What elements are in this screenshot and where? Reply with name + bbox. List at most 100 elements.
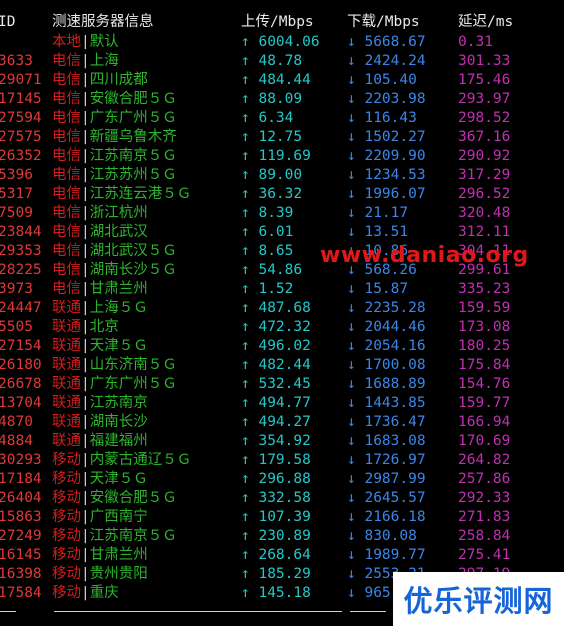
table-row: 5396 电信|江苏苏州５Ｇ ↑ 89.00 ↓ 1234.53 317.29	[0, 166, 564, 185]
table-row: 15863 移动|广西南宁 ↑ 107.39 ↓ 2166.18 271.83	[0, 508, 564, 527]
upload-speed: ↑ 1.52	[241, 281, 294, 297]
table-row: 30293 移动|内蒙古通辽５Ｇ ↑ 179.58 ↓ 1726.97 264.82	[0, 451, 564, 470]
divider: |	[81, 34, 90, 50]
isp-name: 移动	[52, 452, 81, 468]
watermark-text: www.daniao.org	[320, 243, 529, 268]
server-id: 15863	[0, 509, 42, 525]
header-upload: 上传/Mbps	[241, 14, 314, 30]
location-name: 天津５Ｇ	[89, 338, 148, 354]
latency: 367.16	[458, 129, 511, 145]
server-id: 24447	[0, 300, 42, 316]
table-row: 27154 联通|天津５Ｇ ↑ 496.02 ↓ 2054.16 180.25	[0, 337, 564, 356]
isp-name: 电信	[52, 53, 81, 69]
table-row: 27575 电信|新疆乌鲁木齐 ↑ 12.75 ↓ 1502.27 367.16	[0, 128, 564, 147]
table-row: 24447 联通|上海５Ｇ ↑ 487.68 ↓ 2235.28 159.59	[0, 299, 564, 318]
download-speed: ↓ 1688.89	[347, 376, 426, 392]
table-row: 29071 电信|四川成都 ↑ 484.44 ↓ 105.40 175.46	[0, 71, 564, 90]
latency: 335.23	[458, 281, 511, 297]
isp-name: 联通	[52, 433, 81, 449]
table-row: 26180 联通|山东济南５Ｇ ↑ 482.44 ↓ 1700.08 175.84	[0, 356, 564, 375]
download-speed: ↓ 2424.24	[347, 53, 426, 69]
divider: |	[81, 129, 90, 145]
upload-speed: ↑ 494.27	[241, 414, 311, 430]
latency: 159.77	[458, 395, 511, 411]
isp-name: 移动	[52, 585, 81, 601]
isp-name: 电信	[52, 205, 81, 221]
server-info: 电信|四川成都	[52, 71, 148, 90]
divider: |	[81, 319, 90, 335]
isp-name: 联通	[52, 376, 81, 392]
latency: 271.83	[458, 509, 511, 525]
divider: |	[81, 566, 90, 582]
upload-speed: ↑ 230.89	[241, 528, 311, 544]
server-id: 26352	[0, 148, 42, 164]
latency: 257.86	[458, 471, 511, 487]
location-name: 山东济南５Ｇ	[89, 357, 177, 373]
latency: 264.82	[458, 452, 511, 468]
upload-speed: ↑ 496.02	[241, 338, 311, 354]
server-info: 电信|广东广州５Ｇ	[52, 109, 177, 128]
isp-name: 移动	[52, 471, 81, 487]
server-info: 联通|湖南长沙	[52, 413, 148, 432]
server-info: 移动|甘肃兰州	[52, 546, 148, 565]
server-info: 电信|新疆乌鲁木齐	[52, 128, 177, 147]
table-row: 26352 电信|江苏南京５Ｇ ↑ 119.69 ↓ 2209.90 290.92	[0, 147, 564, 166]
isp-name: 联通	[52, 300, 81, 316]
latency: 175.84	[458, 357, 511, 373]
upload-speed: ↑ 107.39	[241, 509, 311, 525]
divider: |	[81, 281, 90, 297]
header-id: ID	[0, 14, 16, 30]
server-id: 4870	[0, 414, 33, 430]
divider: |	[81, 471, 90, 487]
upload-speed: ↑ 268.64	[241, 547, 311, 563]
server-info: 电信|湖南长沙５Ｇ	[52, 261, 177, 280]
latency: 292.33	[458, 490, 511, 506]
location-name: 湖南长沙５Ｇ	[89, 262, 177, 278]
server-info: 电信|安徽合肥５Ｇ	[52, 90, 177, 109]
divider: |	[81, 509, 90, 525]
server-id: 13704	[0, 395, 42, 411]
divider: |	[81, 376, 90, 392]
download-speed: ↓ 1443.85	[347, 395, 426, 411]
latency: 301.33	[458, 53, 511, 69]
isp-name: 移动	[52, 509, 81, 525]
download-speed: ↓ 5668.67	[347, 34, 426, 50]
table-row: 5317 电信|江苏连云港５Ｇ ↑ 36.32 ↓ 1996.07 296.52	[0, 185, 564, 204]
divider: |	[81, 224, 90, 240]
upload-speed: ↑ 494.77	[241, 395, 311, 411]
server-id: 5317	[0, 186, 33, 202]
latency: 317.29	[458, 167, 511, 183]
upload-speed: ↑ 6.34	[241, 110, 294, 126]
location-name: 江苏南京５Ｇ	[89, 148, 177, 164]
location-name: 重庆	[89, 585, 119, 601]
header-ping: 延迟/ms	[458, 14, 514, 30]
isp-name: 电信	[52, 281, 81, 297]
location-name: 天津５Ｇ	[89, 471, 148, 487]
table-row: 4884 联通|福建福州 ↑ 354.92 ↓ 1683.08 170.69	[0, 432, 564, 451]
location-name: 江苏连云港５Ｇ	[89, 186, 192, 202]
divider: |	[81, 186, 90, 202]
server-id: 17184	[0, 471, 42, 487]
isp-name: 电信	[52, 91, 81, 107]
server-id: 23844	[0, 224, 42, 240]
upload-speed: ↑ 354.92	[241, 433, 311, 449]
upload-speed: ↑ 145.18	[241, 585, 311, 601]
latency: 258.84	[458, 528, 511, 544]
isp-name: 联通	[52, 414, 81, 430]
divider: |	[81, 167, 90, 183]
upload-speed: ↑ 6.01	[241, 224, 294, 240]
divider: |	[81, 148, 90, 164]
table-row: 3633 电信|上海 ↑ 48.78 ↓ 2424.24 301.33	[0, 52, 564, 71]
server-info: 电信|湖北武汉５Ｇ	[52, 242, 177, 261]
server-info: 联通|广东广州５Ｇ	[52, 375, 177, 394]
upload-speed: ↑ 12.75	[241, 129, 303, 145]
location-name: 安徽合肥５Ｇ	[89, 91, 177, 107]
latency: 312.11	[458, 224, 511, 240]
site-logo: 优乐评测网	[393, 572, 564, 626]
isp-name: 电信	[52, 110, 81, 126]
server-id: 26180	[0, 357, 42, 373]
server-id: 17145	[0, 91, 42, 107]
server-id: 27249	[0, 528, 42, 544]
server-info: 联通|天津５Ｇ	[52, 337, 148, 356]
isp-name: 电信	[52, 148, 81, 164]
